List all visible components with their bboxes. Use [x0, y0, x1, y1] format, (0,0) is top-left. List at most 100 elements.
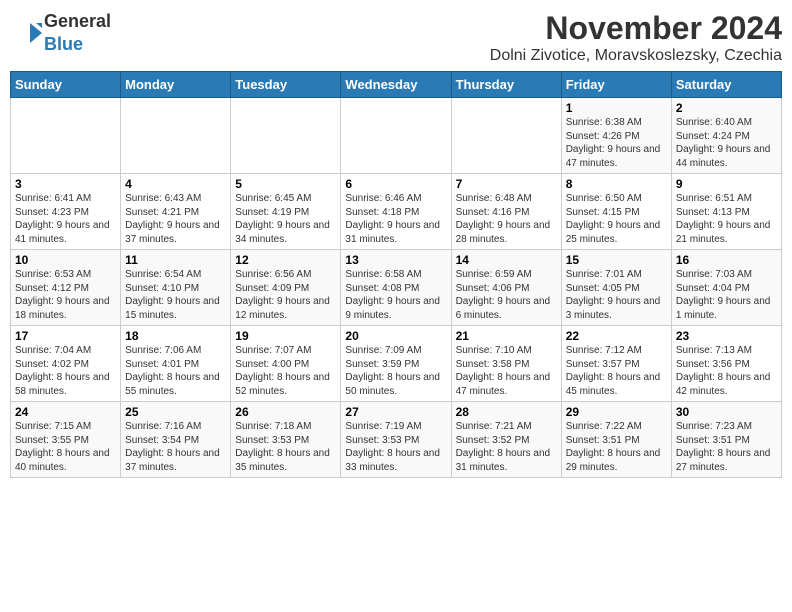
calendar-title: November 2024 [490, 10, 782, 47]
calendar-cell: 22Sunrise: 7:12 AM Sunset: 3:57 PM Dayli… [561, 326, 671, 402]
day-of-week-header: Sunday [11, 72, 121, 98]
day-info: Sunrise: 7:21 AM Sunset: 3:52 PM Dayligh… [456, 420, 557, 474]
calendar-week-row: 24Sunrise: 7:15 AM Sunset: 3:55 PM Dayli… [11, 402, 782, 478]
calendar-cell: 12Sunrise: 6:56 AM Sunset: 4:09 PM Dayli… [231, 250, 341, 326]
day-info: Sunrise: 6:38 AM Sunset: 4:26 PM Dayligh… [566, 116, 667, 170]
day-number: 28 [456, 405, 557, 419]
calendar-cell: 2Sunrise: 6:40 AM Sunset: 4:24 PM Daylig… [671, 98, 781, 174]
calendar-cell: 27Sunrise: 7:19 AM Sunset: 3:53 PM Dayli… [341, 402, 451, 478]
day-number: 3 [15, 177, 116, 191]
calendar-cell: 20Sunrise: 7:09 AM Sunset: 3:59 PM Dayli… [341, 326, 451, 402]
day-info: Sunrise: 6:56 AM Sunset: 4:09 PM Dayligh… [235, 268, 336, 322]
day-info: Sunrise: 7:04 AM Sunset: 4:02 PM Dayligh… [15, 344, 116, 398]
calendar-week-row: 1Sunrise: 6:38 AM Sunset: 4:26 PM Daylig… [11, 98, 782, 174]
day-number: 27 [345, 405, 446, 419]
calendar-header: SundayMondayTuesdayWednesdayThursdayFrid… [11, 72, 782, 98]
calendar-cell: 26Sunrise: 7:18 AM Sunset: 3:53 PM Dayli… [231, 402, 341, 478]
day-info: Sunrise: 6:59 AM Sunset: 4:06 PM Dayligh… [456, 268, 557, 322]
day-info: Sunrise: 7:15 AM Sunset: 3:55 PM Dayligh… [15, 420, 116, 474]
header-row: SundayMondayTuesdayWednesdayThursdayFrid… [11, 72, 782, 98]
day-number: 20 [345, 329, 446, 343]
calendar-cell: 29Sunrise: 7:22 AM Sunset: 3:51 PM Dayli… [561, 402, 671, 478]
calendar-week-row: 17Sunrise: 7:04 AM Sunset: 4:02 PM Dayli… [11, 326, 782, 402]
calendar-cell: 28Sunrise: 7:21 AM Sunset: 3:52 PM Dayli… [451, 402, 561, 478]
day-info: Sunrise: 7:12 AM Sunset: 3:57 PM Dayligh… [566, 344, 667, 398]
day-number: 6 [345, 177, 446, 191]
calendar-cell: 21Sunrise: 7:10 AM Sunset: 3:58 PM Dayli… [451, 326, 561, 402]
day-info: Sunrise: 6:46 AM Sunset: 4:18 PM Dayligh… [345, 192, 446, 246]
day-info: Sunrise: 6:41 AM Sunset: 4:23 PM Dayligh… [15, 192, 116, 246]
calendar-table: SundayMondayTuesdayWednesdayThursdayFrid… [10, 71, 782, 478]
day-number: 4 [125, 177, 226, 191]
calendar-cell: 8Sunrise: 6:50 AM Sunset: 4:15 PM Daylig… [561, 174, 671, 250]
day-info: Sunrise: 7:03 AM Sunset: 4:04 PM Dayligh… [676, 268, 777, 322]
day-info: Sunrise: 7:19 AM Sunset: 3:53 PM Dayligh… [345, 420, 446, 474]
day-of-week-header: Wednesday [341, 72, 451, 98]
day-number: 21 [456, 329, 557, 343]
day-info: Sunrise: 7:22 AM Sunset: 3:51 PM Dayligh… [566, 420, 667, 474]
calendar-cell [121, 98, 231, 174]
day-info: Sunrise: 6:45 AM Sunset: 4:19 PM Dayligh… [235, 192, 336, 246]
day-number: 19 [235, 329, 336, 343]
day-number: 30 [676, 405, 777, 419]
calendar-cell: 1Sunrise: 6:38 AM Sunset: 4:26 PM Daylig… [561, 98, 671, 174]
calendar-cell: 11Sunrise: 6:54 AM Sunset: 4:10 PM Dayli… [121, 250, 231, 326]
day-of-week-header: Tuesday [231, 72, 341, 98]
day-info: Sunrise: 6:58 AM Sunset: 4:08 PM Dayligh… [345, 268, 446, 322]
day-number: 8 [566, 177, 667, 191]
calendar-cell: 4Sunrise: 6:43 AM Sunset: 4:21 PM Daylig… [121, 174, 231, 250]
calendar-week-row: 3Sunrise: 6:41 AM Sunset: 4:23 PM Daylig… [11, 174, 782, 250]
calendar-cell: 15Sunrise: 7:01 AM Sunset: 4:05 PM Dayli… [561, 250, 671, 326]
title-area: November 2024 Dolni Zivotice, Moravskosl… [490, 10, 782, 65]
day-number: 10 [15, 253, 116, 267]
calendar-week-row: 10Sunrise: 6:53 AM Sunset: 4:12 PM Dayli… [11, 250, 782, 326]
day-number: 25 [125, 405, 226, 419]
day-info: Sunrise: 7:18 AM Sunset: 3:53 PM Dayligh… [235, 420, 336, 474]
calendar-subtitle: Dolni Zivotice, Moravskoslezsky, Czechia [490, 47, 782, 65]
logo-general-text: General [44, 11, 111, 31]
calendar-cell [451, 98, 561, 174]
day-number: 15 [566, 253, 667, 267]
calendar-cell: 10Sunrise: 6:53 AM Sunset: 4:12 PM Dayli… [11, 250, 121, 326]
day-info: Sunrise: 6:53 AM Sunset: 4:12 PM Dayligh… [15, 268, 116, 322]
calendar-cell [231, 98, 341, 174]
day-info: Sunrise: 6:40 AM Sunset: 4:24 PM Dayligh… [676, 116, 777, 170]
day-number: 12 [235, 253, 336, 267]
calendar-cell: 16Sunrise: 7:03 AM Sunset: 4:04 PM Dayli… [671, 250, 781, 326]
day-number: 9 [676, 177, 777, 191]
day-info: Sunrise: 6:48 AM Sunset: 4:16 PM Dayligh… [456, 192, 557, 246]
calendar-cell: 30Sunrise: 7:23 AM Sunset: 3:51 PM Dayli… [671, 402, 781, 478]
calendar-cell: 3Sunrise: 6:41 AM Sunset: 4:23 PM Daylig… [11, 174, 121, 250]
calendar-cell: 18Sunrise: 7:06 AM Sunset: 4:01 PM Dayli… [121, 326, 231, 402]
calendar-cell: 13Sunrise: 6:58 AM Sunset: 4:08 PM Dayli… [341, 250, 451, 326]
day-number: 2 [676, 101, 777, 115]
day-info: Sunrise: 7:01 AM Sunset: 4:05 PM Dayligh… [566, 268, 667, 322]
day-number: 29 [566, 405, 667, 419]
calendar-cell: 24Sunrise: 7:15 AM Sunset: 3:55 PM Dayli… [11, 402, 121, 478]
day-number: 5 [235, 177, 336, 191]
day-info: Sunrise: 7:09 AM Sunset: 3:59 PM Dayligh… [345, 344, 446, 398]
calendar-cell: 6Sunrise: 6:46 AM Sunset: 4:18 PM Daylig… [341, 174, 451, 250]
day-info: Sunrise: 7:23 AM Sunset: 3:51 PM Dayligh… [676, 420, 777, 474]
day-info: Sunrise: 7:16 AM Sunset: 3:54 PM Dayligh… [125, 420, 226, 474]
day-info: Sunrise: 6:51 AM Sunset: 4:13 PM Dayligh… [676, 192, 777, 246]
day-of-week-header: Monday [121, 72, 231, 98]
calendar-body: 1Sunrise: 6:38 AM Sunset: 4:26 PM Daylig… [11, 98, 782, 478]
calendar-cell [11, 98, 121, 174]
calendar-cell: 14Sunrise: 6:59 AM Sunset: 4:06 PM Dayli… [451, 250, 561, 326]
day-info: Sunrise: 6:43 AM Sunset: 4:21 PM Dayligh… [125, 192, 226, 246]
calendar-cell: 9Sunrise: 6:51 AM Sunset: 4:13 PM Daylig… [671, 174, 781, 250]
day-number: 1 [566, 101, 667, 115]
logo-icon [10, 21, 42, 45]
day-info: Sunrise: 7:13 AM Sunset: 3:56 PM Dayligh… [676, 344, 777, 398]
day-info: Sunrise: 6:54 AM Sunset: 4:10 PM Dayligh… [125, 268, 226, 322]
header: General Blue November 2024 Dolni Zivotic… [10, 10, 782, 65]
calendar-cell: 19Sunrise: 7:07 AM Sunset: 4:00 PM Dayli… [231, 326, 341, 402]
calendar-cell [341, 98, 451, 174]
day-of-week-header: Saturday [671, 72, 781, 98]
day-number: 13 [345, 253, 446, 267]
day-of-week-header: Friday [561, 72, 671, 98]
day-number: 17 [15, 329, 116, 343]
day-info: Sunrise: 7:07 AM Sunset: 4:00 PM Dayligh… [235, 344, 336, 398]
day-number: 22 [566, 329, 667, 343]
